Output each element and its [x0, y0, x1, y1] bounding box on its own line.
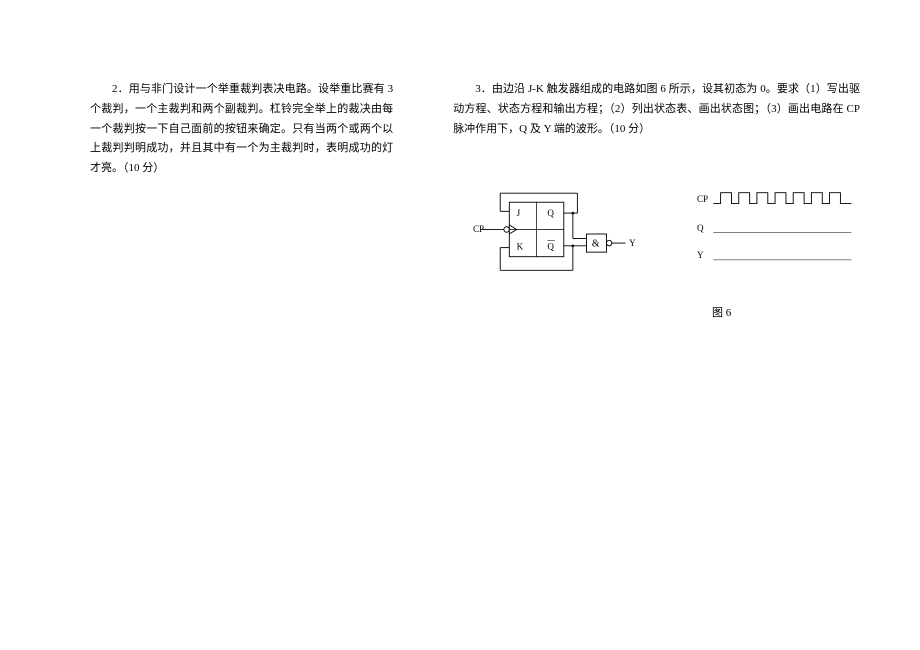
circuit-diagram: J K Q Q CP: [473, 179, 636, 289]
label-qbar: Q: [548, 242, 555, 252]
right-column: 3．由边沿 J-K 触发器组成的电路如图 6 所示，设其初态为 0。要求（1）写…: [423, 0, 920, 650]
wave-cp-label: CP: [697, 194, 708, 204]
label-q: Q: [548, 208, 555, 218]
question-3-text: 3．由边沿 J-K 触发器组成的电路如图 6 所示，设其初态为 0。要求（1）写…: [453, 80, 860, 139]
diagram-area: J K Q Q CP: [453, 179, 860, 289]
label-and: &: [592, 239, 600, 250]
left-column: 2．用与非门设计一个举重裁判表决电路。设举重比赛有 3 个裁判，一个主裁判和两个…: [0, 0, 423, 650]
page-container: 2．用与非门设计一个举重裁判表决电路。设举重比赛有 3 个裁判，一个主裁判和两个…: [0, 0, 920, 650]
waveform-diagram: CP Q Y: [697, 179, 860, 279]
wave-y-label: Y: [697, 250, 704, 260]
figure-caption: 图 6: [453, 304, 860, 320]
label-y: Y: [629, 238, 636, 248]
question-2-text: 2．用与非门设计一个举重裁判表决电路。设举重比赛有 3 个裁判，一个主裁判和两个…: [90, 80, 393, 179]
label-j: J: [517, 208, 521, 218]
label-k: K: [517, 242, 524, 252]
wave-q-label: Q: [697, 223, 704, 233]
label-cp: CP: [473, 225, 484, 235]
